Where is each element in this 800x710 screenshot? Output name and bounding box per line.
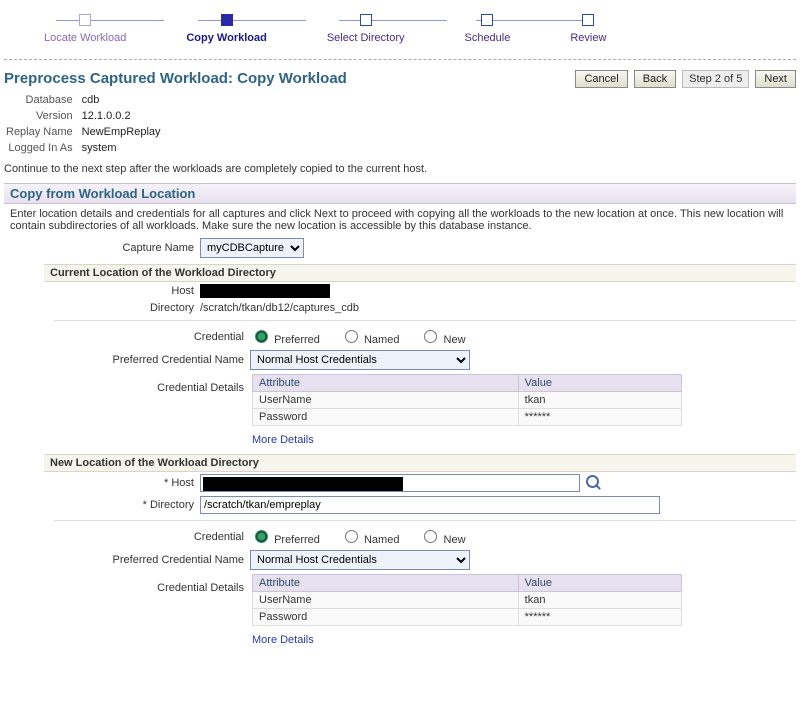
cancel-button[interactable]: Cancel: [575, 70, 627, 88]
credential-radio-named[interactable]: Named: [340, 327, 400, 346]
col-attribute: Attribute: [253, 575, 519, 592]
page-title: Preprocess Captured Workload: Copy Workl…: [4, 70, 347, 87]
credential2-details-table: Attribute Value UserName tkan Password *…: [252, 574, 682, 626]
col-value: Value: [518, 375, 681, 392]
search-icon[interactable]: [586, 475, 602, 491]
step-box-icon: [221, 14, 233, 26]
step-indicator: Step 2 of 5: [682, 70, 749, 88]
step-label: Review: [570, 32, 606, 44]
database-value: cdb: [81, 93, 162, 107]
replay-name-label: Replay Name: [6, 125, 79, 139]
credential-details-label: Credential Details: [54, 382, 244, 394]
step-box-icon: [360, 14, 372, 26]
more-details-link-2[interactable]: More Details: [252, 634, 314, 646]
new-host-value-redacted: [203, 477, 403, 491]
wizard-step-select-directory[interactable]: Select Directory: [327, 14, 405, 44]
preferred-credential-name-select[interactable]: Normal Host Credentials: [250, 350, 470, 370]
preferred-credential-name-label: Preferred Credential Name: [54, 354, 244, 366]
new-host-label: * Host: [44, 477, 194, 489]
wizard-step-copy-workload[interactable]: Copy Workload: [186, 14, 266, 44]
col-value: Value: [518, 575, 681, 592]
section-new-location: New Location of the Workload Directory: [44, 454, 796, 472]
credential2-details-label: Credential Details: [54, 582, 244, 594]
credential2-radio-preferred[interactable]: Preferred: [250, 527, 320, 546]
step-box-icon: [79, 14, 91, 26]
step-label: Locate Workload: [44, 32, 126, 44]
wizard-step-schedule[interactable]: Schedule: [464, 14, 510, 44]
step-box-icon: [582, 14, 594, 26]
table-row: Password ******: [253, 609, 682, 626]
wizard-step-review[interactable]: Review: [570, 14, 606, 44]
next-button[interactable]: Next: [755, 70, 796, 88]
step-label: Select Directory: [327, 32, 405, 44]
replay-name-value: NewEmpReplay: [81, 125, 162, 139]
preferred-credential2-name-select[interactable]: Normal Host Credentials: [250, 550, 470, 570]
section-copy-text: Enter location details and credentials f…: [4, 204, 796, 236]
credential2-radio-new[interactable]: New: [419, 527, 465, 546]
wizard-steps-bar: Locate Workload Copy Workload Select Dir…: [4, 4, 796, 59]
new-directory-label: * Directory: [44, 499, 194, 511]
preferred-credential2-name-label: Preferred Credential Name: [54, 554, 244, 566]
current-host-value-redacted: [200, 284, 330, 298]
wizard-step-locate-workload[interactable]: Locate Workload: [44, 14, 126, 44]
credential-radio-new[interactable]: New: [419, 327, 465, 346]
table-row: UserName tkan: [253, 392, 682, 409]
version-label: Version: [6, 109, 79, 123]
col-attribute: Attribute: [253, 375, 519, 392]
intro-text: Continue to the next step after the work…: [4, 163, 796, 175]
version-value: 12.1.0.0.2: [81, 109, 162, 123]
back-button[interactable]: Back: [634, 70, 676, 88]
section-current-location: Current Location of the Workload Directo…: [44, 264, 796, 282]
credential-details-table: Attribute Value UserName tkan Password *…: [252, 374, 682, 426]
divider: [4, 59, 796, 60]
step-label: Copy Workload: [186, 32, 266, 44]
table-row: UserName tkan: [253, 592, 682, 609]
header-properties: Database cdb Version 12.1.0.0.2 Replay N…: [4, 91, 164, 157]
credential-radio-preferred[interactable]: Preferred: [250, 327, 320, 346]
credential-label: Credential: [54, 331, 244, 343]
current-host-label: Host: [44, 285, 194, 297]
database-label: Database: [6, 93, 79, 107]
step-label: Schedule: [464, 32, 510, 44]
capture-name-label: Capture Name: [4, 242, 194, 254]
section-copy-from-location: Copy from Workload Location: [4, 183, 796, 204]
logged-in-value: system: [81, 141, 162, 155]
table-row: Password ******: [253, 409, 682, 426]
more-details-link[interactable]: More Details: [252, 434, 314, 446]
new-host-input-wrapper[interactable]: [200, 474, 580, 492]
current-directory-label: Directory: [44, 302, 194, 314]
current-directory-value: /scratch/tkan/db12/captures_cdb: [200, 302, 359, 314]
new-directory-input[interactable]: [200, 496, 660, 514]
capture-name-select[interactable]: myCDBCapture: [200, 238, 304, 258]
step-box-icon: [481, 14, 493, 26]
credential2-label: Credential: [54, 531, 244, 543]
credential2-radio-named[interactable]: Named: [340, 527, 400, 546]
logged-in-label: Logged In As: [6, 141, 79, 155]
